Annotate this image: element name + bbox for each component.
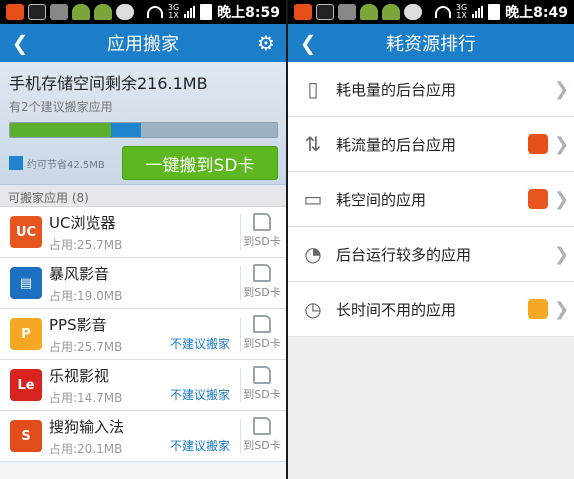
app-icon: P xyxy=(10,318,42,350)
top-app-badge-icon xyxy=(528,134,548,154)
status-bar: 3G 1X 晚上8:59 xyxy=(0,0,286,24)
top-app-badge-icon xyxy=(528,299,548,319)
blocked-notification-icon xyxy=(28,4,46,20)
back-icon[interactable]: ❮ xyxy=(0,24,40,62)
back-icon[interactable]: ❮ xyxy=(288,24,328,62)
sd-card-icon xyxy=(253,264,271,282)
chevron-right-icon: ❯ xyxy=(554,298,570,320)
ranking-list: ▯ 耗电量的后台应用 ❯ ⇅ 耗流量的后台应用 ❯ ▭ 耗空间的应用 ❯ ◔ 后台运行较多的应用 ❯ ◷… xyxy=(288,62,574,337)
title-bar-right: ❮ 耗资源排行 xyxy=(288,24,574,62)
status-bar-right: 3G 1X 晚上8:49 xyxy=(288,0,574,24)
signal-icon xyxy=(472,6,484,18)
app-row[interactable]: ▤ 暴风影音 占用:19.0MB 到SD卡 xyxy=(0,258,286,309)
network-type: 3G 1X xyxy=(455,3,468,20)
storage-headline: 手机存储空间剩余216.1MB xyxy=(9,74,208,93)
used-segment xyxy=(10,123,112,137)
sogou-notification-icon xyxy=(6,4,24,20)
ranking-item[interactable]: ⇅ 耗流量的后台应用 ❯ xyxy=(288,117,574,172)
chevron-right-icon: ❯ xyxy=(554,243,570,265)
sd-card-icon xyxy=(253,315,271,333)
move-to-sd-label: 到SD卡 xyxy=(243,439,281,452)
app-icon: Le xyxy=(10,369,42,401)
ranking-item-label: 后台运行较多的应用 xyxy=(336,245,472,264)
move-all-to-sd-button[interactable]: 一键搬到SD卡 xyxy=(122,146,278,180)
clock: 晚上8:49 xyxy=(505,5,568,21)
android-notification-icon-2 xyxy=(94,4,112,20)
app-icon: ▤ xyxy=(10,267,42,299)
ranking-item[interactable]: ◔ 后台运行较多的应用 ❯ xyxy=(288,227,574,282)
ranking-item[interactable]: ▭ 耗空间的应用 ❯ xyxy=(288,172,574,227)
app-list: UC UC浏览器 占用:25.7MB 到SD卡 ▤ 暴风影音 占用:19.0MB 到SD卡 P P… xyxy=(0,207,286,462)
android-notification-icon xyxy=(360,4,378,20)
chevron-right-icon: ❯ xyxy=(554,188,570,210)
blocked-notification-icon xyxy=(316,4,334,20)
ranking-item-label: 耗空间的应用 xyxy=(336,190,427,209)
battery-icon xyxy=(200,4,213,20)
ranking-item-icon: ▯ xyxy=(307,77,319,101)
ranking-item-label: 耗电量的后台应用 xyxy=(336,80,457,99)
android-notification-icon xyxy=(72,4,90,20)
save-estimate: 约可节省42.5MB xyxy=(27,159,105,171)
signal-icon xyxy=(184,6,196,18)
not-recommended-label: 不建议搬家 xyxy=(169,337,230,351)
move-to-sd-button[interactable]: 到SD卡 xyxy=(240,213,284,249)
ranking-item-label: 耗流量的后台应用 xyxy=(336,135,457,154)
page-title: 应用搬家 xyxy=(107,34,179,55)
section-header: 可搬家应用 (8) xyxy=(0,185,286,207)
move-to-sd-label: 到SD卡 xyxy=(243,337,281,350)
app-row[interactable]: UC UC浏览器 占用:25.7MB 到SD卡 xyxy=(0,207,286,258)
ranking-item-icon: ▭ xyxy=(303,187,323,211)
wifi-icon xyxy=(434,6,451,18)
resource-ranking-screen: 3G 1X 晚上8:49 ❮ 耗资源排行 ▯ 耗电量的后台应用 ❯ ⇅ 耗流量的后台应用 ❯… xyxy=(288,0,574,479)
move-to-sd-button[interactable]: 到SD卡 xyxy=(240,366,284,402)
app-row[interactable]: Le 乐视影视 占用:14.7MB 不建议搬家 到SD卡 xyxy=(0,360,286,411)
move-to-sd-button[interactable]: 到SD卡 xyxy=(240,264,284,300)
move-to-sd-button[interactable]: 到SD卡 xyxy=(240,315,284,351)
move-to-sd-label: 到SD卡 xyxy=(243,388,281,401)
page-title: 耗资源排行 xyxy=(386,34,476,55)
move-to-sd-label: 到SD卡 xyxy=(243,235,281,248)
not-recommended-label: 不建议搬家 xyxy=(169,439,230,453)
gear-icon[interactable]: ⚙ xyxy=(246,24,286,62)
sd-card-icon xyxy=(253,417,271,435)
app-icon: S xyxy=(10,420,42,452)
storage-card: 手机存储空间剩余216.1MB 有2个建议搬家应用 约可节省42.5MB 一键搬… xyxy=(0,62,286,185)
grid-notification-icon xyxy=(338,4,356,20)
title-bar: ❮ 应用搬家 ⚙ xyxy=(0,24,286,62)
clock: 晚上8:59 xyxy=(217,5,280,21)
top-app-badge-icon xyxy=(528,189,548,209)
ranking-item[interactable]: ▯ 耗电量的后台应用 ❯ xyxy=(288,62,574,117)
chevron-right-icon: ❯ xyxy=(554,133,570,155)
legend-square-icon xyxy=(9,156,23,170)
storage-usage-bar xyxy=(9,122,278,138)
sd-card-icon xyxy=(253,366,271,384)
chat-notification-icon xyxy=(404,4,422,20)
sd-card-icon xyxy=(253,213,271,231)
ranking-item-label: 长时间不用的应用 xyxy=(336,300,457,319)
ranking-item-icon: ◔ xyxy=(304,242,322,266)
move-to-sd-label: 到SD卡 xyxy=(243,286,281,299)
ranking-item-icon: ◷ xyxy=(304,297,322,321)
movable-segment xyxy=(111,123,141,137)
app-row[interactable]: S 搜狗输入法 占用:20.1MB 不建议搬家 到SD卡 xyxy=(0,411,286,462)
battery-icon xyxy=(488,4,501,20)
move-to-sd-button[interactable]: 到SD卡 xyxy=(240,417,284,453)
app-row[interactable]: P PPS影音 占用:25.7MB 不建议搬家 到SD卡 xyxy=(0,309,286,360)
app-move-screen: 3G 1X 晚上8:59 ❮ 应用搬家 ⚙ 手机存储空间剩余216.1MB 有2个… xyxy=(0,0,286,479)
app-icon: UC xyxy=(10,216,42,248)
grid-notification-icon xyxy=(50,4,68,20)
chevron-right-icon: ❯ xyxy=(554,78,570,100)
ranking-item[interactable]: ◷ 长时间不用的应用 ❯ xyxy=(288,282,574,337)
sogou-notification-icon xyxy=(294,4,312,20)
suggest-text: 有2个建议搬家应用 xyxy=(9,100,113,114)
android-notification-icon-2 xyxy=(382,4,400,20)
chat-notification-icon xyxy=(116,4,134,20)
not-recommended-label: 不建议搬家 xyxy=(169,388,230,402)
ranking-item-icon: ⇅ xyxy=(304,132,322,156)
network-type: 3G 1X xyxy=(167,3,180,20)
wifi-icon xyxy=(146,6,163,18)
